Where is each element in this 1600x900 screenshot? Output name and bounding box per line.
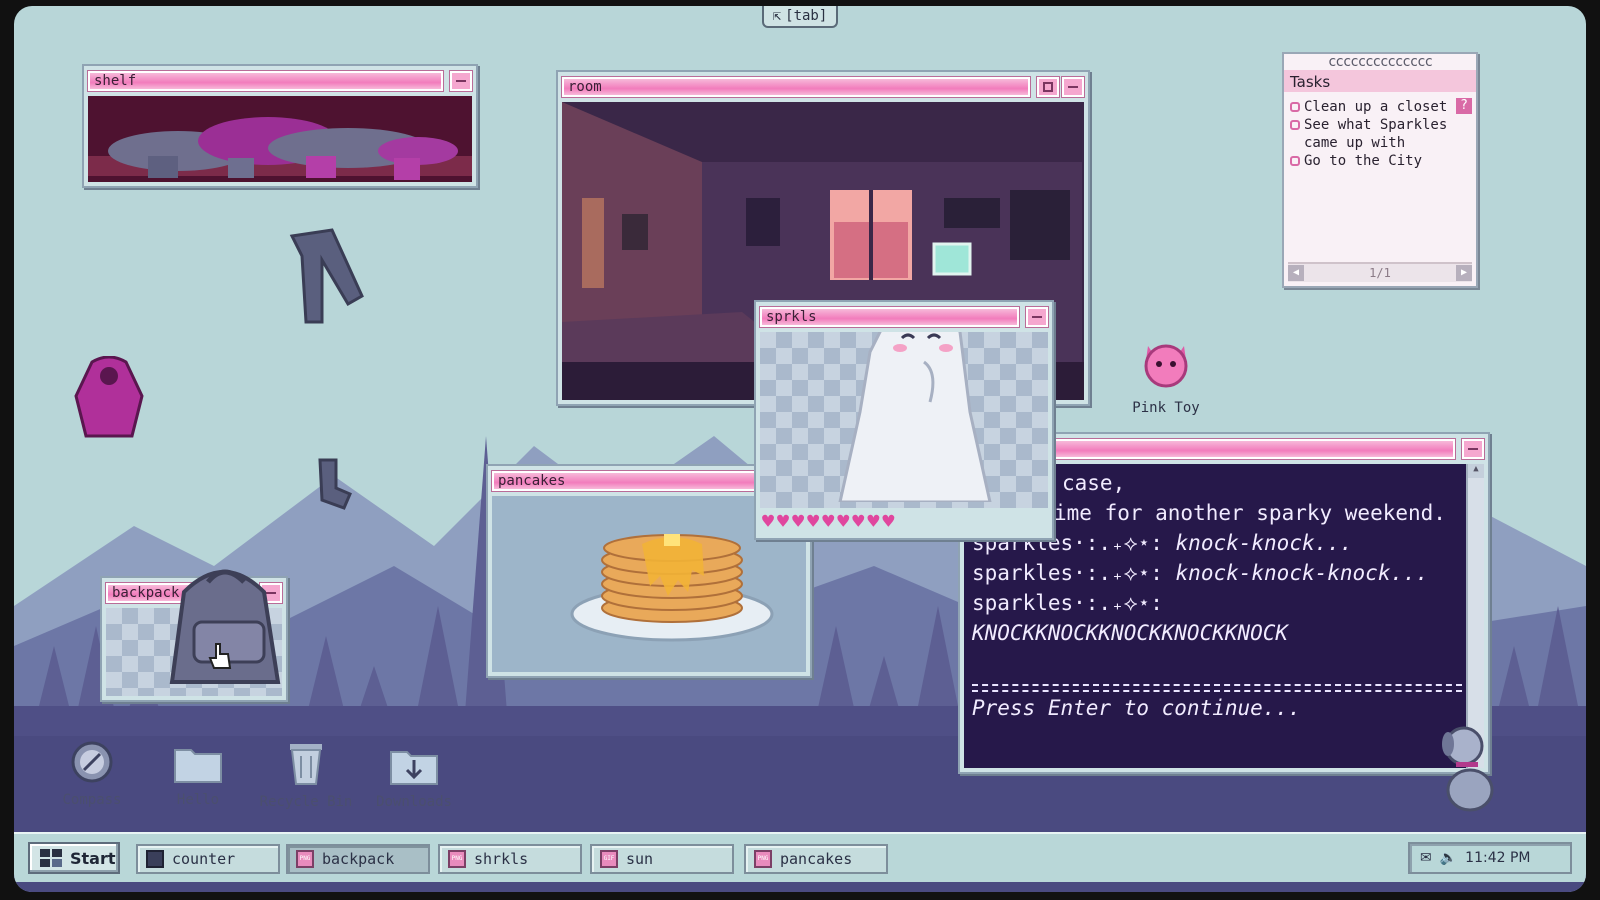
window-icon [146, 850, 164, 868]
sprkls-window[interactable]: sprkls ♥ ♥ ♥ ♥ ♥ ♥ ♥ ♥ ♥ [754, 300, 1054, 540]
shelf-title[interactable]: shelf [87, 70, 444, 92]
heart-icon: ♥ [882, 509, 895, 533]
tasks-notepad[interactable]: cccccccccccccc Tasks Clean up a closet ?… [1282, 52, 1478, 288]
heart-icon: ♥ [777, 509, 790, 533]
taskbar-item-pancakes[interactable]: PNG pancakes [744, 844, 888, 874]
png-icon: PNG [754, 850, 772, 868]
taskbar-item-backpack[interactable]: PNG backpack [286, 844, 430, 874]
prev-page-icon[interactable]: ◀ [1288, 265, 1304, 281]
heart-icon: ♥ [837, 509, 850, 533]
tasks-header: Tasks [1284, 70, 1476, 92]
tasks-pager: ◀ 1/1 ▶ [1288, 262, 1472, 282]
shelf-window[interactable]: shelf [82, 64, 478, 188]
terminal-line: sparkles·:.₊⟡⋆: knock-knock-knock... [972, 561, 1429, 585]
pants-icon[interactable] [282, 226, 372, 326]
task-item[interactable]: Go to the City [1290, 152, 1470, 170]
room-title[interactable]: room [561, 76, 1031, 98]
next-page-icon[interactable]: ▶ [1456, 265, 1472, 281]
spiral-binding: cccccccccccccc [1327, 54, 1433, 70]
minimize-button[interactable] [1061, 76, 1085, 98]
heart-icon: ♥ [807, 509, 820, 533]
dog-sprite[interactable] [1434, 720, 1506, 812]
heart-icon: ♥ [792, 509, 805, 533]
minimize-button[interactable] [1461, 438, 1485, 460]
heart-icon: ♥ [852, 509, 865, 533]
hand-cursor-icon [208, 643, 232, 669]
maximize-button[interactable] [1036, 76, 1060, 98]
task-list: Clean up a closet ? See what Sparkles ca… [1284, 92, 1476, 176]
desktop: ⇱ [tab] shelf room pancakes backpack cas… [14, 6, 1586, 892]
scroll-up-icon[interactable]: ▲ [1468, 464, 1484, 478]
mail-icon[interactable]: ✉ [1420, 850, 1432, 866]
clothes-pile-illustration[interactable] [88, 96, 472, 182]
sock-icon[interactable] [310, 456, 356, 512]
taskbar-item-sun[interactable]: GIF sun [590, 844, 734, 874]
desktop-icon-compass[interactable]: Compass [42, 740, 142, 808]
terminal-line: KNOCKKNOCKKNOCKKNOCKKNOCK [972, 621, 1289, 645]
minimize-button[interactable] [449, 70, 473, 92]
cursor-icon: ⇱ [772, 8, 782, 24]
task-item[interactable]: See what Sparkles came up with [1290, 116, 1470, 152]
task-checkbox[interactable] [1290, 120, 1300, 130]
speaker-icon[interactable]: 🔈 [1440, 850, 1457, 866]
desktop-icon-downloads[interactable]: Downloads [364, 746, 464, 810]
heart-icon: ♥ [762, 509, 775, 533]
terminal-divider [972, 684, 1462, 692]
sprkls-title[interactable]: sprkls [759, 306, 1020, 328]
desktop-icon-pink-toy[interactable]: Pink Toy [1116, 336, 1216, 416]
task-checkbox[interactable] [1290, 156, 1300, 166]
help-icon[interactable]: ? [1456, 98, 1472, 114]
desktop-icon-recycle-bin[interactable]: Recycle Bin [256, 740, 356, 810]
page-indicator: 1/1 [1369, 266, 1391, 280]
download-folder-icon [390, 751, 438, 785]
taskbar-item-shrkls[interactable]: PNG shrkls [438, 844, 582, 874]
heart-icon: ♥ [867, 509, 880, 533]
folder-icon [174, 749, 222, 783]
task-checkbox[interactable] [1290, 102, 1300, 112]
clock: 11:42 PM [1465, 850, 1531, 866]
hoodie-icon[interactable] [72, 356, 146, 442]
png-icon: PNG [296, 850, 314, 868]
compass-icon [71, 741, 113, 783]
heart-icon: ♥ [822, 509, 835, 533]
task-item[interactable]: Clean up a closet ? [1290, 98, 1472, 116]
ghost-sparkles-character[interactable] [820, 332, 1000, 502]
gif-icon: GIF [600, 850, 618, 868]
taskbar-item-counter[interactable]: counter [136, 844, 280, 874]
start-button[interactable]: Start [28, 842, 120, 874]
tab-hint: ⇱ [tab] [762, 6, 838, 28]
backpack-sprite[interactable] [154, 552, 304, 698]
taskbar: Start counter PNG backpack PNG shrkls GI… [14, 832, 1586, 882]
desktop-icon-hello[interactable]: Hello [148, 744, 248, 808]
continue-prompt[interactable]: Press Enter to continue... [972, 696, 1301, 720]
start-logo-icon [40, 849, 62, 867]
pink-cat-icon [1144, 344, 1188, 388]
hearts-bar: ♥ ♥ ♥ ♥ ♥ ♥ ♥ ♥ ♥ [762, 510, 894, 532]
png-icon: PNG [448, 850, 466, 868]
minimize-button[interactable] [1025, 306, 1049, 328]
trash-icon [290, 744, 322, 785]
system-tray: ✉ 🔈 11:42 PM [1408, 842, 1572, 874]
terminal-line: sparkles·:.₊⟡⋆: [972, 591, 1163, 615]
